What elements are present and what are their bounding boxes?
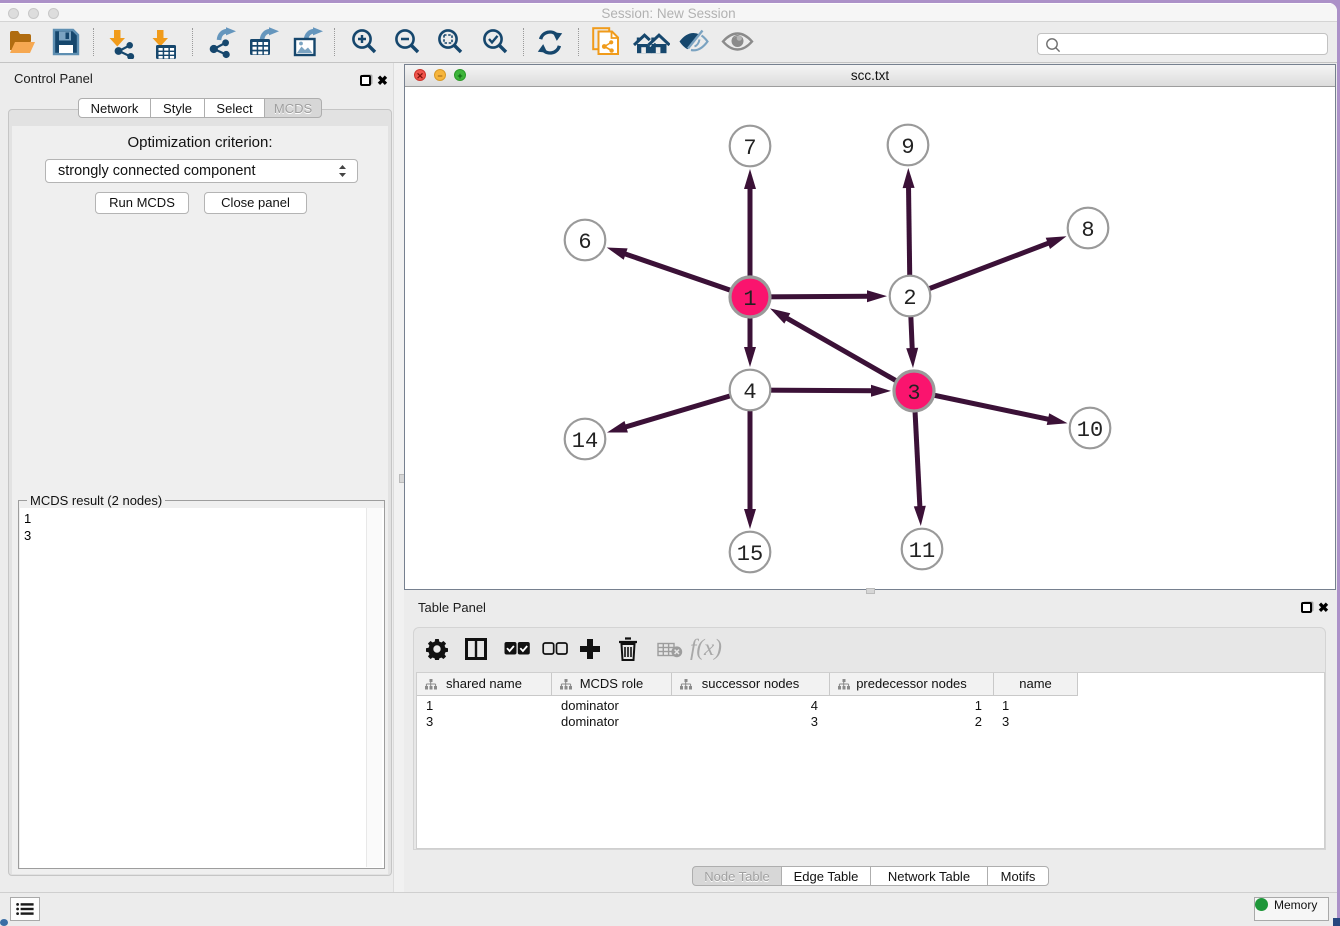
svg-text:9: 9 xyxy=(901,135,914,160)
svg-text:8: 8 xyxy=(1081,218,1094,243)
svg-text:3: 3 xyxy=(907,381,920,406)
svg-text:1: 1 xyxy=(743,287,756,312)
svg-text:11: 11 xyxy=(909,539,935,564)
svg-text:4: 4 xyxy=(743,380,756,405)
svg-text:10: 10 xyxy=(1077,418,1103,443)
svg-text:7: 7 xyxy=(743,136,756,161)
svg-text:14: 14 xyxy=(572,429,598,454)
svg-text:15: 15 xyxy=(737,542,763,567)
svg-text:6: 6 xyxy=(578,230,591,255)
svg-text:2: 2 xyxy=(903,286,916,311)
